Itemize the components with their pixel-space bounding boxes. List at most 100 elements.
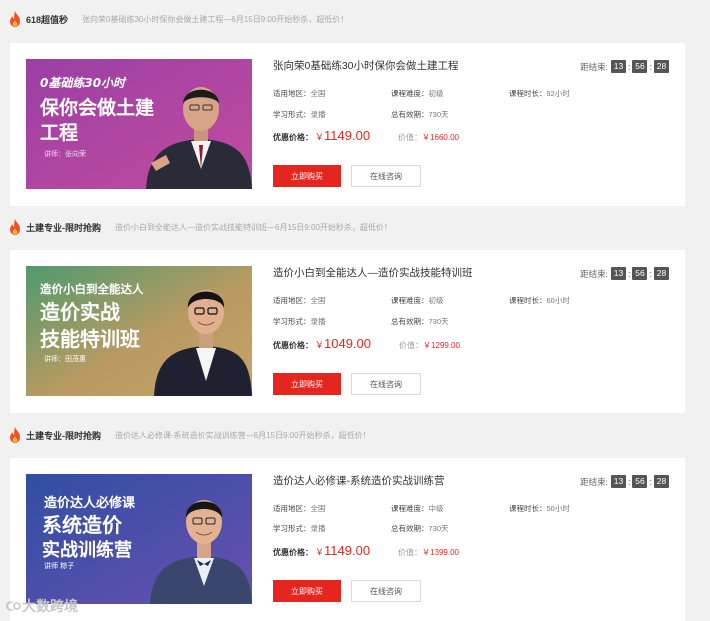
- attr-label: 学习形式：: [273, 317, 311, 326]
- countdown-minutes: 56: [632, 267, 648, 280]
- attr-label: 总有效期：: [391, 110, 429, 119]
- course-thumbnail[interactable]: 造价小白到全能达人 造价实战 技能特训班 讲师：田茂惠: [26, 266, 252, 396]
- attr-duration: 课程时长：50小时: [509, 503, 570, 514]
- sale-price: ￥1049.00: [315, 336, 371, 351]
- banner-teacher: 讲师：田茂惠: [44, 354, 86, 363]
- attr-label: 总有效期：: [391, 524, 429, 533]
- countdown-separator: :: [649, 476, 652, 487]
- flame-icon: [10, 427, 20, 443]
- course-card: 造价达人必修课 系统造价 实战训练营 讲师 粽子 造价达人必修课-系统造价实战训…: [10, 458, 685, 621]
- banner-line-1: 造价达人必修课: [44, 495, 136, 511]
- attr-value: 730天: [428, 317, 449, 326]
- countdown-timer: 距结束: 13 : 56 : 28: [580, 475, 669, 488]
- original-price-label: 价值：: [398, 548, 423, 557]
- section-title: 土建专业-限时抢购: [26, 430, 101, 441]
- attr-value: 录播: [310, 110, 326, 119]
- section-header: 土建专业-限时抢购 造价达人必修课-系统造价实战训练营—6月15日9:00开始秒…: [8, 425, 371, 445]
- attr-label: 课程难度：: [391, 296, 429, 305]
- original-price-label: 价值：: [399, 341, 424, 350]
- attr-value: 全国: [310, 504, 326, 513]
- section-header: 土建专业-限时抢购 造价小白到全能达人—造价实战技能特训班—6月15日9:00开…: [8, 217, 392, 237]
- attr-label: 学习形式：: [273, 110, 311, 119]
- attr-value: 全国: [310, 89, 326, 98]
- attr-value: 50小时: [546, 504, 570, 513]
- attr-region: 适用地区：全国: [273, 295, 326, 306]
- attr-region: 适用地区：全国: [273, 88, 326, 99]
- section-title: 618超值秒: [26, 14, 69, 25]
- banner-line-2: 造价实战: [40, 300, 120, 324]
- banner-line-1: 0基础练30小时: [40, 76, 127, 90]
- original-price-value: ￥1660.00: [422, 133, 459, 142]
- course-banner-art: 0基础练30小时 保你会做土建 工程 讲师：张向荣: [26, 59, 252, 189]
- attr-value: 录播: [310, 317, 326, 326]
- countdown-separator: :: [627, 268, 631, 279]
- attr-duration: 课程时长：92小时: [509, 88, 570, 99]
- attr-validity: 总有效期：730天: [391, 109, 449, 120]
- course-card: 造价小白到全能达人 造价实战 技能特训班 讲师：田茂惠 造价小白到全能达人—造价…: [10, 250, 685, 413]
- price-label: 优惠价格：: [273, 133, 313, 142]
- attr-value: 60小时: [546, 296, 570, 305]
- section-header: 618超值秒 张向荣0基础练30小时保你会做土建工程—6月15日9:00开始秒杀…: [8, 9, 348, 29]
- attr-value: 初级: [428, 89, 444, 98]
- sale-price: ￥1149.00: [315, 543, 370, 558]
- attr-label: 课程时长：: [509, 296, 547, 305]
- original-price: 价值：￥1299.00: [399, 340, 460, 351]
- attr-duration: 课程时长：60小时: [509, 295, 570, 306]
- attr-form: 学习形式：录播: [273, 523, 326, 534]
- attr-label: 课程时长：: [509, 89, 547, 98]
- section-description: 张向荣0基础练30小时保你会做土建工程—6月15日9:00开始秒杀，超低价！: [82, 14, 349, 24]
- attr-value: 730天: [428, 524, 449, 533]
- countdown-hours: 13: [610, 60, 626, 73]
- course-card: 0基础练30小时 保你会做土建 工程 讲师：张向荣 张向荣0基础练30小时保你会…: [10, 43, 685, 206]
- currency-symbol: ￥: [315, 547, 325, 557]
- banner-line-1: 造价小白到全能达人: [40, 282, 144, 296]
- banner-line-2: 系统造价: [42, 513, 123, 537]
- buy-now-button[interactable]: 立即购买: [273, 373, 341, 395]
- original-price: 价值：￥1399.00: [398, 547, 459, 558]
- attr-value: 录播: [310, 524, 326, 533]
- countdown-seconds: 28: [654, 60, 669, 73]
- countdown-label: 距结束:: [580, 61, 608, 72]
- section-title: 土建专业-限时抢购: [26, 222, 101, 233]
- currency-symbol: ￥: [315, 340, 325, 350]
- price-label: 优惠价格：: [273, 341, 313, 350]
- buy-now-button[interactable]: 立即购买: [273, 165, 341, 187]
- attr-value: 初级: [428, 296, 444, 305]
- countdown-label: 距结束:: [580, 268, 608, 279]
- attr-validity: 总有效期：730天: [391, 316, 449, 327]
- consult-button[interactable]: 在线咨询: [351, 373, 421, 395]
- consult-button[interactable]: 在线咨询: [351, 165, 421, 187]
- countdown-separator: :: [627, 61, 631, 72]
- section-description: 造价小白到全能达人—造价实战技能特训班—6月15日9:00开始秒杀，超低价！: [115, 222, 392, 232]
- flame-icon: [10, 219, 20, 235]
- attr-label: 课程难度：: [391, 504, 429, 513]
- watermark-text: 大数跨境: [22, 598, 78, 614]
- attr-label: 学习形式：: [273, 524, 311, 533]
- banner-line-3: 技能特训班: [40, 327, 140, 351]
- sale-price-value: 1049.00: [324, 336, 372, 351]
- original-price-value: ￥1299.00: [423, 341, 460, 350]
- buy-now-button[interactable]: 立即购买: [273, 580, 341, 602]
- attr-label: 适用地区：: [273, 296, 311, 305]
- attr-value: 全国: [310, 296, 326, 305]
- countdown-timer: 距结束: 13 : 56 : 28: [580, 267, 669, 280]
- attr-value: 92小时: [546, 89, 570, 98]
- countdown-separator: :: [649, 61, 652, 72]
- attr-label: 课程难度：: [391, 89, 429, 98]
- countdown-label: 距结束:: [580, 476, 608, 487]
- attr-difficulty: 课程难度：初级: [391, 295, 444, 306]
- banner-teacher: 讲师 粽子: [44, 561, 74, 570]
- countdown-seconds: 28: [654, 475, 669, 488]
- attr-difficulty: 课程难度：初级: [391, 88, 444, 99]
- attr-label: 总有效期：: [391, 317, 429, 326]
- course-banner-art: 造价达人必修课 系统造价 实战训练营 讲师 粽子: [26, 474, 252, 604]
- banner-line-3: 实战训练营: [42, 539, 132, 561]
- original-price-value: ￥1399.00: [422, 548, 459, 557]
- watermark: 大数跨境: [4, 596, 78, 616]
- consult-button[interactable]: 在线咨询: [351, 580, 421, 602]
- countdown-separator: :: [649, 268, 652, 279]
- price-row: 优惠价格： ￥1149.00 价值：￥1660.00: [273, 128, 459, 143]
- course-thumbnail[interactable]: 0基础练30小时 保你会做土建 工程 讲师：张向荣: [26, 59, 252, 189]
- course-thumbnail[interactable]: 造价达人必修课 系统造价 实战训练营 讲师 粽子: [26, 474, 252, 604]
- countdown-hours: 13: [610, 267, 626, 280]
